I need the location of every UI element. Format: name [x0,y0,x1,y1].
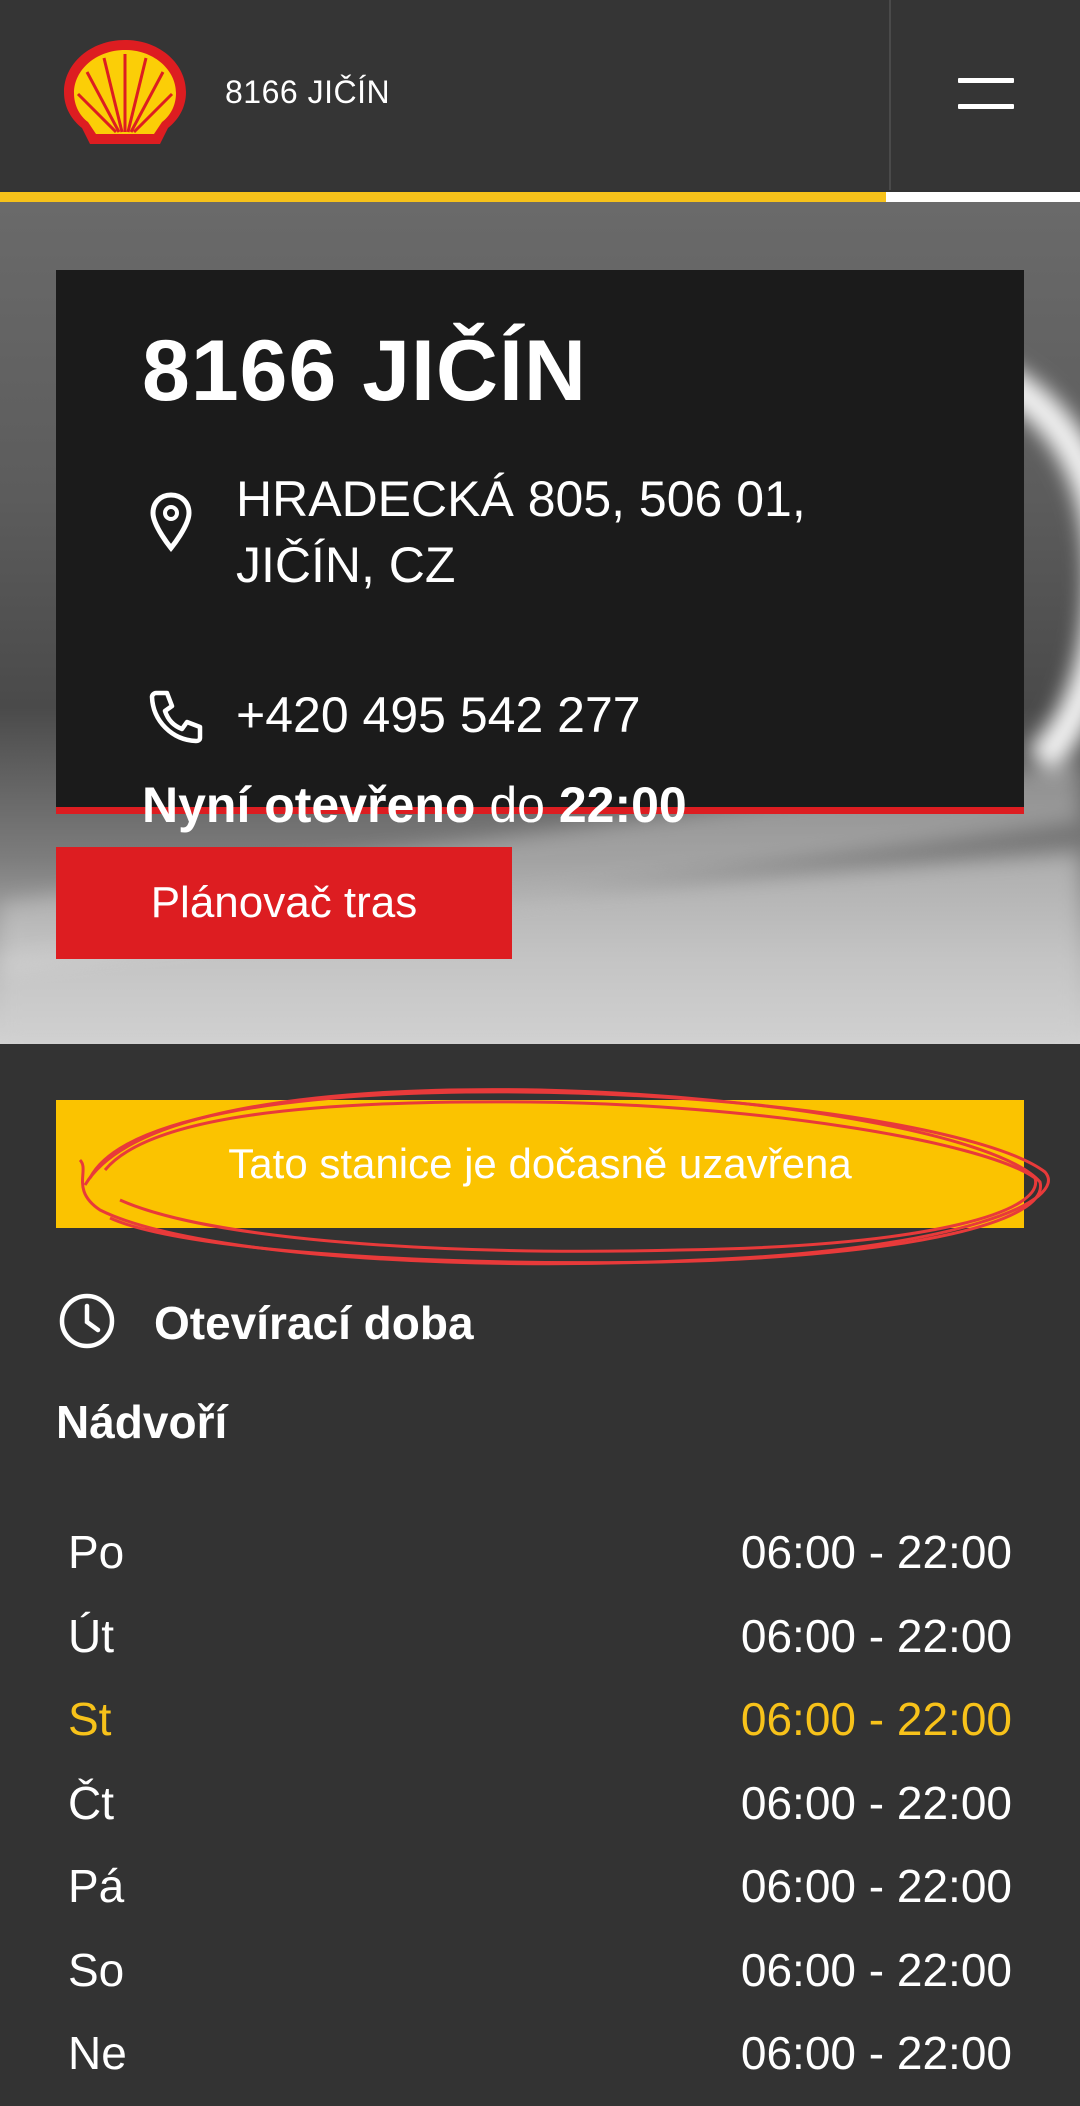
station-name: 8166 JIČÍN [142,323,588,419]
hours-row: Čt 06:00 - 22:00 [68,1766,1012,1850]
hours-time: 06:00 - 22:00 [740,1609,1012,1662]
hours-row: Ne 06:00 - 22:00 [68,2016,1012,2100]
hours-list: Po 06:00 - 22:00 Út 06:00 - 22:00 St 06:00 - … [68,1515,1012,2100]
opening-hours-title: Otevírací doba [154,1297,474,1349]
hours-day: Ne [68,2027,127,2079]
status-closing-time: 22:00 [558,777,687,833]
forecourt-section-title: Nádvoří [56,1396,228,1448]
shell-logo-icon[interactable] [60,36,190,156]
hours-day: Čt [68,1776,114,1829]
status-open-label: Nyní otevřeno [142,777,476,833]
site-title: 8166 JIČÍN [225,74,391,110]
open-status: Nyní otevřeno do 22:00 [142,776,687,834]
route-planner-button[interactable]: Plánovač tras [56,847,512,959]
station-address: HRADECKÁ 805, 506 01, JIČÍN, CZ [236,466,856,598]
hours-day: St [68,1693,112,1745]
hours-row: Pá 06:00 - 22:00 [68,1849,1012,1933]
hours-time: 06:00 - 22:00 [740,2027,1012,2079]
hours-time: 06:00 - 22:00 [740,1943,1012,1996]
hours-time: 06:00 - 22:00 [740,1526,1012,1578]
hours-row: Út 06:00 - 22:00 [68,1599,1012,1683]
hero-section: 8166 JIČÍN HRADECKÁ 805, 506 01, JIČÍN, … [0,202,1080,1044]
clock-icon [59,1293,115,1349]
red-scribble-annotation [78,1088,1050,1266]
hours-day: Po [68,1526,125,1578]
phone-icon [149,690,203,744]
hours-time: 06:00 - 22:00 [740,1776,1012,1829]
address-line-1: HRADECKÁ 805, 506 01, [236,471,806,527]
page-progress-fill [0,192,886,202]
hours-day: So [68,1943,125,1996]
hours-day: Pá [68,1860,125,1912]
menu-button[interactable] [889,0,1080,190]
page-progress-bar [0,192,1080,202]
location-pin-icon [150,492,192,552]
hours-row: Po 06:00 - 22:00 [68,1515,1012,1599]
hours-row: So 06:00 - 22:00 [68,1933,1012,2017]
top-header: 8166 JIČÍN [0,0,1080,202]
address-line-2: JIČÍN, CZ [236,537,456,593]
station-info-card: 8166 JIČÍN HRADECKÁ 805, 506 01, JIČÍN, … [56,270,1024,833]
hours-time: 06:00 - 22:00 [740,1860,1012,1912]
status-until-label: do [489,777,545,833]
hours-row: St 06:00 - 22:00 [68,1682,1012,1766]
hours-time: 06:00 - 22:00 [740,1693,1012,1745]
station-phone[interactable]: +420 495 542 277 [236,686,641,744]
hours-day: Út [68,1609,114,1662]
